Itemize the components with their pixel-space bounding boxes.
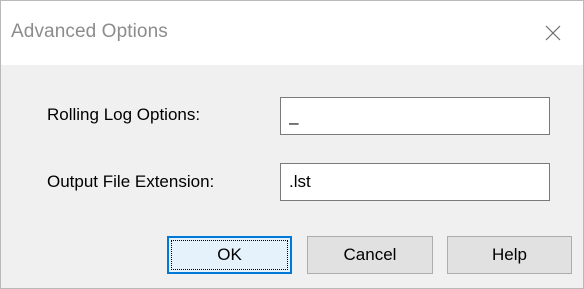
rolling-log-options-input[interactable] [280,97,550,135]
output-file-extension-label: Output File Extension: [47,172,215,191]
close-icon [545,25,561,41]
output-file-extension-input[interactable] [280,163,550,201]
ok-button[interactable]: OK [167,236,292,274]
close-button[interactable] [523,1,583,65]
help-button[interactable]: Help [447,236,572,274]
title-bar: Advanced Options [1,1,583,65]
window-title: Advanced Options [11,21,168,42]
rolling-log-options-label: Rolling Log Options: [47,105,201,124]
cancel-button[interactable]: Cancel [307,236,433,274]
advanced-options-dialog: Advanced Options Rolling Log Options: Ou… [0,0,584,289]
ok-button-label: OK [217,245,242,264]
